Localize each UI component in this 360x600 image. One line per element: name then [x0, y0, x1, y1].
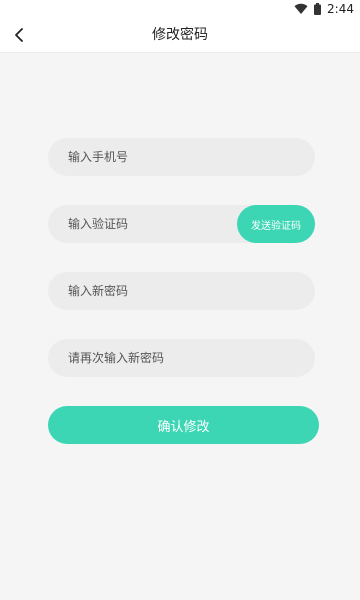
top-bar: 修改密码 — [0, 18, 360, 53]
confirm-change-button[interactable]: 确认修改 — [48, 406, 319, 444]
confirm-password-input[interactable] — [48, 339, 315, 377]
page-title: 修改密码 — [152, 27, 208, 43]
status-icons: 2:44 — [294, 2, 354, 16]
status-bar: 2:44 — [0, 0, 360, 18]
new-password-field — [48, 272, 315, 310]
confirm-password-field — [48, 339, 315, 377]
phone-field — [48, 138, 315, 176]
change-password-screen: 2:44 修改密码 发送验证码 确认修改 — [0, 0, 360, 600]
chevron-left-icon — [15, 28, 23, 42]
verification-code-input[interactable] — [48, 205, 228, 243]
new-password-input[interactable] — [48, 272, 315, 310]
battery-icon — [314, 3, 322, 15]
phone-input[interactable] — [48, 138, 315, 176]
send-code-button[interactable]: 发送验证码 — [237, 205, 315, 243]
status-time: 2:44 — [327, 2, 354, 16]
back-button[interactable] — [6, 22, 32, 48]
wifi-icon — [294, 3, 308, 15]
verification-code-field: 发送验证码 — [48, 205, 315, 243]
